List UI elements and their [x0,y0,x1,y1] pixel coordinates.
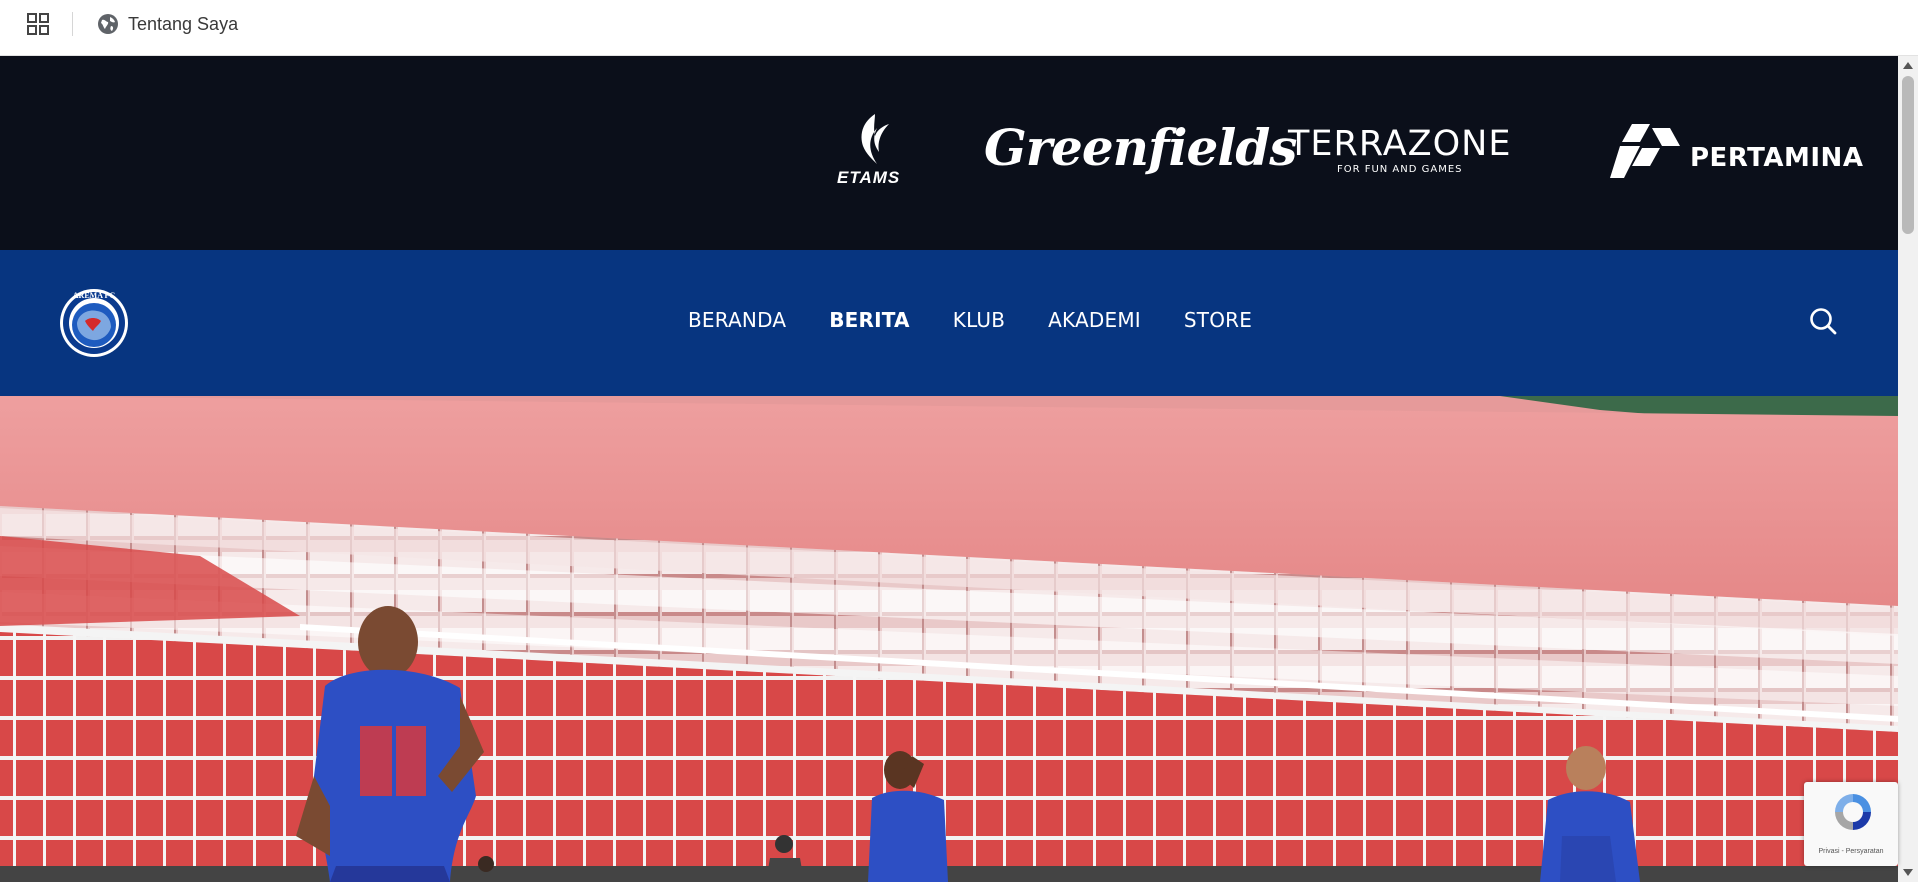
etams-text: ETAMS [837,168,901,187]
stadium-photo [0,396,1898,882]
etams-flame-icon [861,114,889,164]
logo-text: AREMA FC [73,291,116,300]
terrazone-logo[interactable]: TERRAZONE FOR FUN AND GAMES [1288,126,1511,175]
nav-links: BERANDA BERITA KLUB AKADEMI STORE [688,308,1252,332]
globe-icon [98,14,118,34]
nav-klub[interactable]: KLUB [953,308,1005,332]
recaptcha-links[interactable]: Privasi - Persyaratan [1804,848,1898,855]
pertamina-text: PERTAMINA [1690,143,1864,173]
terrazone-name: TERRAZONE [1288,124,1512,164]
nav-akademi[interactable]: AKADEMI [1048,308,1141,332]
etams-logo[interactable]: ETAMS [833,112,913,196]
arema-fc-logo[interactable]: AREMA FC [59,283,129,363]
browser-top-bar: Tentang Saya [0,0,1918,56]
hero-image [0,396,1898,882]
recaptcha-icon [1835,794,1871,830]
recaptcha-badge[interactable]: Privasi - Persyaratan [1804,782,1898,866]
nav-beranda[interactable]: BERANDA [688,308,786,332]
vertical-scrollbar[interactable] [1898,56,1918,882]
nav-berita[interactable]: BERITA [829,308,910,332]
sponsor-bar: ETAMS Greenfields TERRAZONE FOR FUN AND … [0,56,1898,250]
apps-grid-icon[interactable] [27,13,49,35]
terrazone-tagline: FOR FUN AND GAMES [1336,164,1463,175]
greenfields-logo[interactable]: Greenfields [984,118,1297,177]
scroll-up-arrow-icon[interactable] [1903,62,1913,69]
scroll-thumb[interactable] [1902,76,1914,234]
toolbar-divider [72,12,73,36]
nav-store[interactable]: STORE [1184,308,1252,332]
pertamina-logo-icon[interactable] [1610,124,1682,180]
bookmark-tentang-saya[interactable]: Tentang Saya [128,14,238,35]
search-icon[interactable] [1808,306,1838,336]
scroll-down-arrow-icon[interactable] [1903,869,1913,876]
main-navbar: AREMA FC BERANDA BERITA KLUB AKADEMI STO… [0,250,1898,396]
